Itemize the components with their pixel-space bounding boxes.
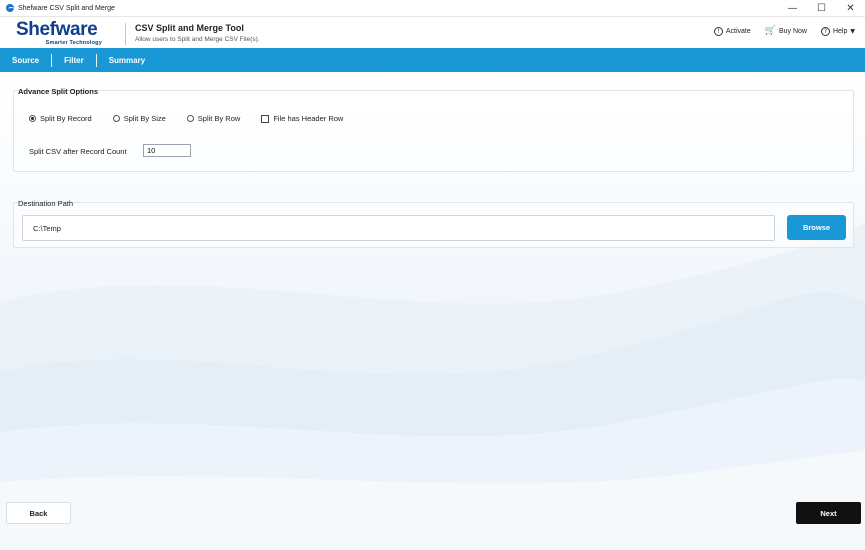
maximize-button[interactable]: ☐ xyxy=(807,0,836,17)
app-header: Shefware Smarter Technology CSV Split an… xyxy=(0,17,865,48)
browse-button[interactable]: Browse xyxy=(787,215,846,240)
tab-filter[interactable]: Filter xyxy=(52,48,96,72)
split-by-row-option[interactable]: Split By Row xyxy=(186,114,241,123)
activate-label: Activate xyxy=(725,28,751,35)
window-title: Shefware CSV Split and Merge xyxy=(18,4,115,12)
main-content: Advance Split Options Split By Record Sp… xyxy=(0,72,865,550)
header-row-label: File has Header Row xyxy=(273,114,344,123)
tab-source[interactable]: Source xyxy=(0,48,51,72)
header-row-option[interactable]: File has Header Row xyxy=(261,114,343,123)
nav-divider xyxy=(95,53,97,67)
destination-path-input[interactable] xyxy=(22,215,775,241)
info-circle-icon: ! xyxy=(713,27,723,36)
cart-icon: 🛒 xyxy=(764,26,776,36)
minimize-button[interactable]: — xyxy=(778,0,807,17)
header-divider xyxy=(125,23,126,45)
title-bar: Shefware CSV Split and Merge — ☐ ✕ xyxy=(0,0,865,17)
next-button[interactable]: Next xyxy=(796,502,861,524)
split-mode-group: Split By Record Split By Size Split By R… xyxy=(29,114,364,123)
split-by-size-option[interactable]: Split By Size xyxy=(112,114,166,123)
question-circle-icon: ? xyxy=(820,27,830,36)
split-options-title: Advance Split Options xyxy=(18,87,99,96)
back-button[interactable]: Back xyxy=(6,502,71,524)
split-by-record-option[interactable]: Split By Record xyxy=(29,114,92,123)
split-by-size-label: Split By Size xyxy=(123,114,166,123)
activate-link[interactable]: ! Activate xyxy=(713,27,751,36)
product-subtitle: Allow users to Split and Merge CSV File(… xyxy=(135,36,260,43)
destination-title: Destination Path xyxy=(18,199,74,208)
nav-divider xyxy=(51,53,53,67)
tab-summary[interactable]: Summary xyxy=(97,48,157,72)
split-by-record-radio[interactable] xyxy=(29,115,36,122)
split-by-record-label: Split By Record xyxy=(40,114,92,123)
record-count-label: Split CSV after Record Count xyxy=(29,147,127,156)
split-options-panel: Advance Split Options Split By Record Sp… xyxy=(13,87,854,172)
header-row-checkbox[interactable] xyxy=(261,114,270,123)
split-by-row-radio[interactable] xyxy=(186,115,194,122)
help-label: Help xyxy=(832,28,848,35)
buy-now-link[interactable]: 🛒 Buy Now xyxy=(765,27,807,36)
split-by-size-radio[interactable] xyxy=(112,115,120,122)
window-controls: — ☐ ✕ xyxy=(778,0,865,17)
logo-name: Shefware xyxy=(16,19,98,40)
help-menu[interactable]: ? Help ▼ xyxy=(820,27,855,36)
chevron-down-icon: ▼ xyxy=(850,28,855,35)
nav-bar: Source Filter Summary xyxy=(0,48,865,72)
logo-tagline: Smarter Technology xyxy=(45,40,102,46)
record-count-input[interactable] xyxy=(143,144,191,157)
close-button[interactable]: ✕ xyxy=(836,0,865,17)
app-icon xyxy=(6,4,14,12)
product-title: CSV Split and Merge Tool xyxy=(135,23,244,33)
header-actions: ! Activate 🛒 Buy Now ? Help ▼ xyxy=(713,27,855,36)
destination-panel: Destination Path Browse xyxy=(13,199,854,248)
buy-now-label: Buy Now xyxy=(778,28,807,35)
logo: Shefware Smarter Technology xyxy=(16,19,108,47)
split-by-row-label: Split By Row xyxy=(197,114,241,123)
